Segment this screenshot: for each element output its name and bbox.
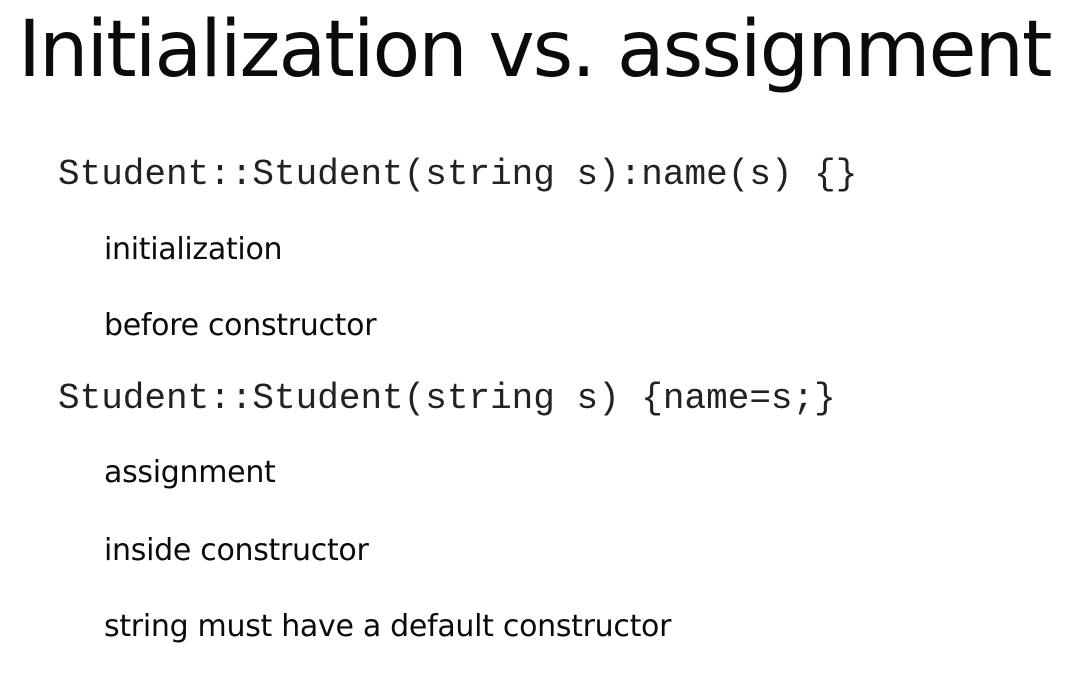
code-line-initializer-list: Student::Student(string s):name(s) {} — [58, 154, 858, 195]
point-before-constructor: before constructor — [104, 308, 377, 343]
slide-title: Initialization vs. assignment — [18, 5, 1053, 95]
point-initialization: initialization — [104, 232, 283, 267]
slide: Initialization vs. assignment Student::S… — [0, 0, 1075, 675]
point-inside-constructor: inside constructor — [104, 533, 369, 568]
code-line-assignment: Student::Student(string s) {name=s;} — [58, 378, 836, 419]
point-assignment: assignment — [104, 455, 276, 490]
point-default-constructor: string must have a default constructor — [104, 609, 672, 644]
